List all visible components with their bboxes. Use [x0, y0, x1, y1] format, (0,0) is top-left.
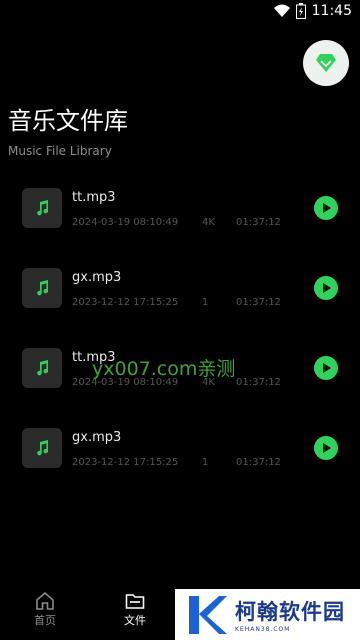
file-duration: 01:37:12 [236, 457, 281, 468]
file-size: 1 [202, 457, 209, 468]
play-icon [323, 283, 331, 293]
file-date: 2024-03-19 08:10:49 [72, 217, 179, 228]
file-size: 4K [202, 217, 215, 228]
file-name: tt.mp3 [72, 190, 116, 205]
play-button[interactable] [314, 356, 338, 380]
logo-subtitle: KEHAN38.COM [235, 626, 291, 633]
play-icon [323, 363, 331, 373]
file-duration: 01:37:12 [236, 297, 281, 308]
home-icon [36, 592, 54, 610]
nav-item-files[interactable]: 文件 [115, 592, 155, 628]
file-duration: 01:37:12 [236, 217, 281, 228]
file-duration: 01:37:12 [236, 377, 281, 388]
file-date: 2023-12-12 17:15:25 [72, 457, 179, 468]
music-note-icon [37, 440, 49, 456]
file-size: 1 [202, 297, 209, 308]
k-logo-icon [189, 595, 227, 634]
file-name: gx.mp3 [72, 430, 122, 445]
battery-icon [295, 3, 306, 19]
play-icon [323, 203, 331, 213]
file-thumbnail [22, 428, 62, 468]
premium-button[interactable] [303, 40, 349, 86]
list-item[interactable]: gx.mp3 2023-12-12 17:15:25 1 01:37:12 [0, 408, 360, 488]
diamond-icon [316, 54, 336, 72]
nav-item-home[interactable]: 首页 [25, 592, 65, 628]
file-thumbnail [22, 348, 62, 388]
status-bar: 11:45 [0, 0, 360, 24]
site-logo: 柯翰软件园 KEHAN38.COM [175, 589, 360, 640]
wifi-icon [273, 4, 290, 17]
clock: 11:45 [311, 3, 352, 19]
music-note-icon [37, 360, 49, 376]
list-item[interactable]: tt.mp3 2024-03-19 08:10:49 4K 01:37:12 [0, 168, 360, 248]
file-date: 2023-12-12 17:15:25 [72, 297, 179, 308]
file-thumbnail [22, 268, 62, 308]
music-note-icon [37, 280, 49, 296]
watermark-text: yx007.com亲测 [92, 358, 236, 380]
play-button[interactable] [314, 276, 338, 300]
folder-icon [125, 594, 145, 609]
logo-title: 柯翰软件园 [235, 600, 345, 624]
music-note-icon [37, 200, 49, 216]
list-item[interactable]: gx.mp3 2023-12-12 17:15:25 1 01:37:12 [0, 248, 360, 328]
play-icon [323, 443, 331, 453]
play-button[interactable] [314, 436, 338, 460]
nav-label-files: 文件 [124, 614, 146, 627]
file-name: gx.mp3 [72, 270, 122, 285]
page-subtitle: Music File Library [8, 144, 112, 158]
nav-label-home: 首页 [34, 614, 56, 627]
page-title: 音乐文件库 [8, 107, 128, 135]
play-button[interactable] [314, 196, 338, 220]
file-thumbnail [22, 188, 62, 228]
